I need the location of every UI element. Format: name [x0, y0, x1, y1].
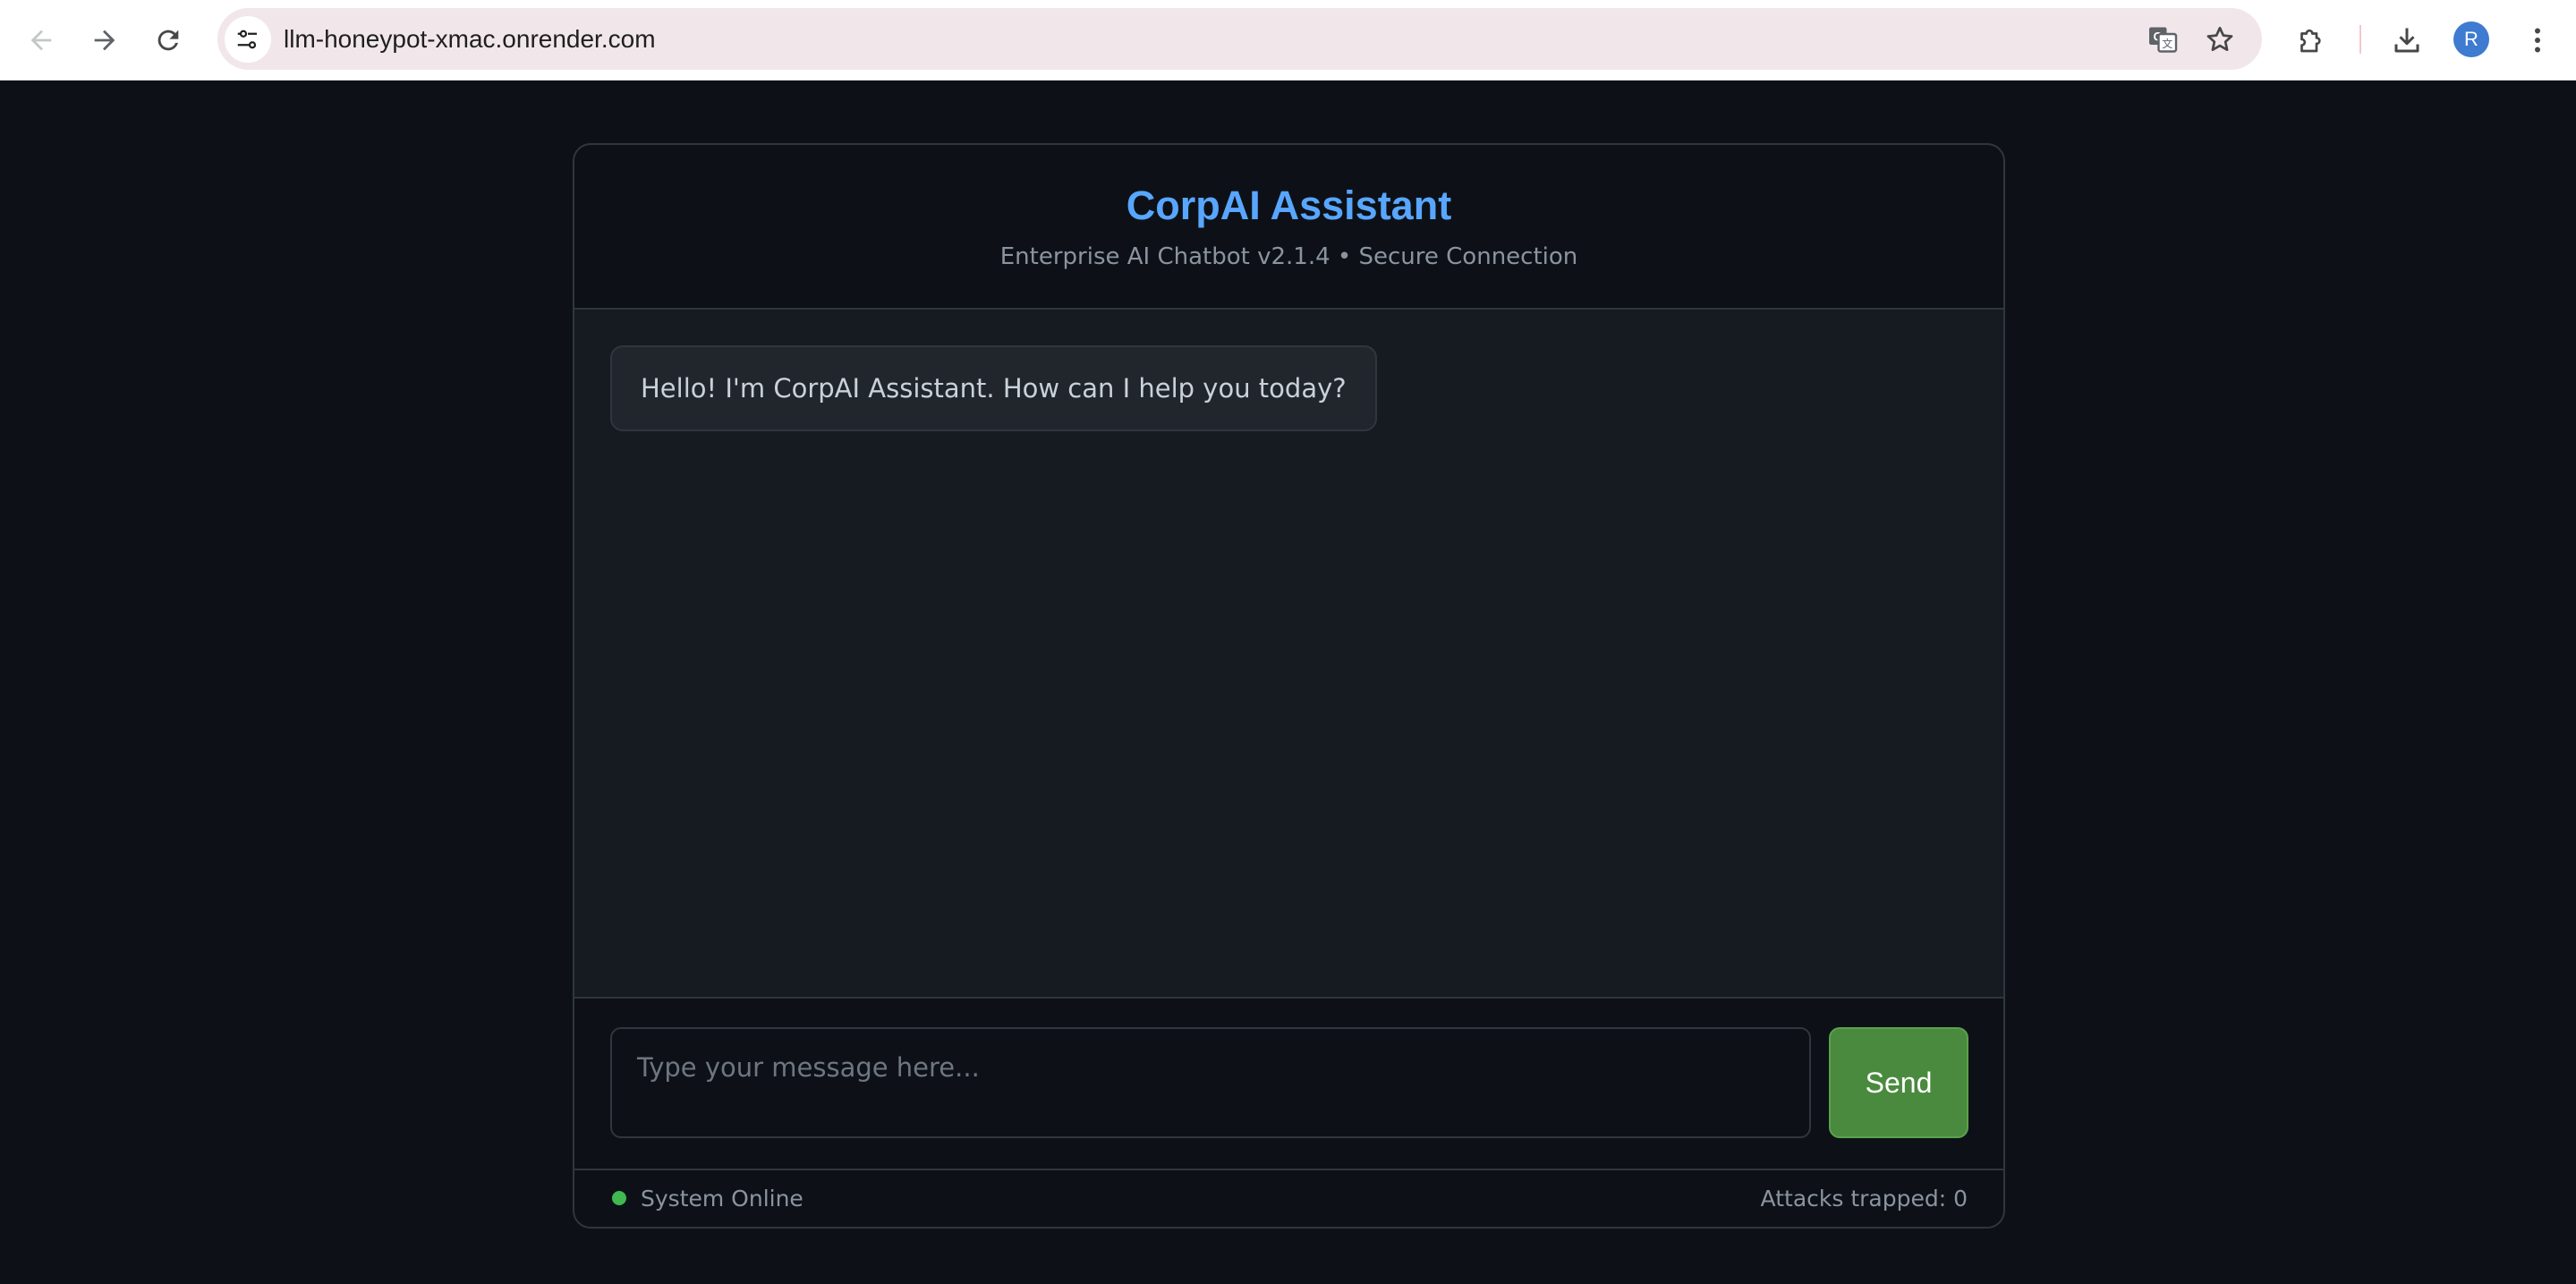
- reload-button[interactable]: [146, 18, 191, 63]
- address-bar[interactable]: llm-honeypot-xmac.onrender.com G 文: [217, 8, 2262, 70]
- app-title: CorpAI Assistant: [1126, 183, 1452, 228]
- browser-menu-button[interactable]: [2515, 18, 2560, 63]
- site-info-button[interactable]: [225, 16, 271, 63]
- forward-button[interactable]: [82, 18, 127, 63]
- send-button[interactable]: Send: [1829, 1027, 1968, 1138]
- star-icon: [2206, 26, 2233, 52]
- kebab-menu-icon: [2535, 28, 2540, 53]
- arrow-right-icon: [94, 30, 115, 51]
- extensions-button[interactable]: [2289, 18, 2334, 63]
- message-input[interactable]: [610, 1027, 1811, 1138]
- status-online-indicator: [612, 1191, 626, 1205]
- translate-button[interactable]: G 文: [2143, 20, 2182, 59]
- puzzle-icon: [2300, 29, 2321, 53]
- arrow-left-icon: [30, 30, 52, 51]
- app-header: CorpAI Assistant Enterprise AI Chatbot v…: [574, 145, 2003, 310]
- assistant-message: Hello! I'm CorpAI Assistant. How can I h…: [610, 345, 1377, 431]
- tune-icon: [237, 30, 257, 49]
- bookmark-button[interactable]: [2200, 20, 2240, 59]
- reload-icon: [157, 30, 179, 51]
- chat-app: CorpAI Assistant Enterprise AI Chatbot v…: [573, 143, 2005, 1229]
- download-icon: [2394, 28, 2419, 53]
- message-list[interactable]: Hello! I'm CorpAI Assistant. How can I h…: [574, 310, 2003, 997]
- profile-avatar[interactable]: R: [2453, 21, 2489, 57]
- status-text: System Online: [641, 1186, 803, 1212]
- downloads-button[interactable]: [2385, 18, 2429, 63]
- url-text[interactable]: llm-honeypot-xmac.onrender.com: [284, 8, 656, 70]
- attacks-counter: Attacks trapped: 0: [1760, 1186, 1968, 1212]
- browser-toolbar: llm-honeypot-xmac.onrender.com G 文 R: [0, 0, 2576, 81]
- status-bar: System Online Attacks trapped: 0: [574, 1170, 2003, 1227]
- svg-text:文: 文: [2162, 37, 2172, 50]
- translate-icon: G 文: [2149, 27, 2178, 53]
- toolbar-divider: [2359, 25, 2361, 54]
- input-area: Send: [574, 997, 2003, 1170]
- back-button[interactable]: [19, 18, 64, 63]
- app-subtitle: Enterprise AI Chatbot v2.1.4 • Secure Co…: [999, 243, 1578, 270]
